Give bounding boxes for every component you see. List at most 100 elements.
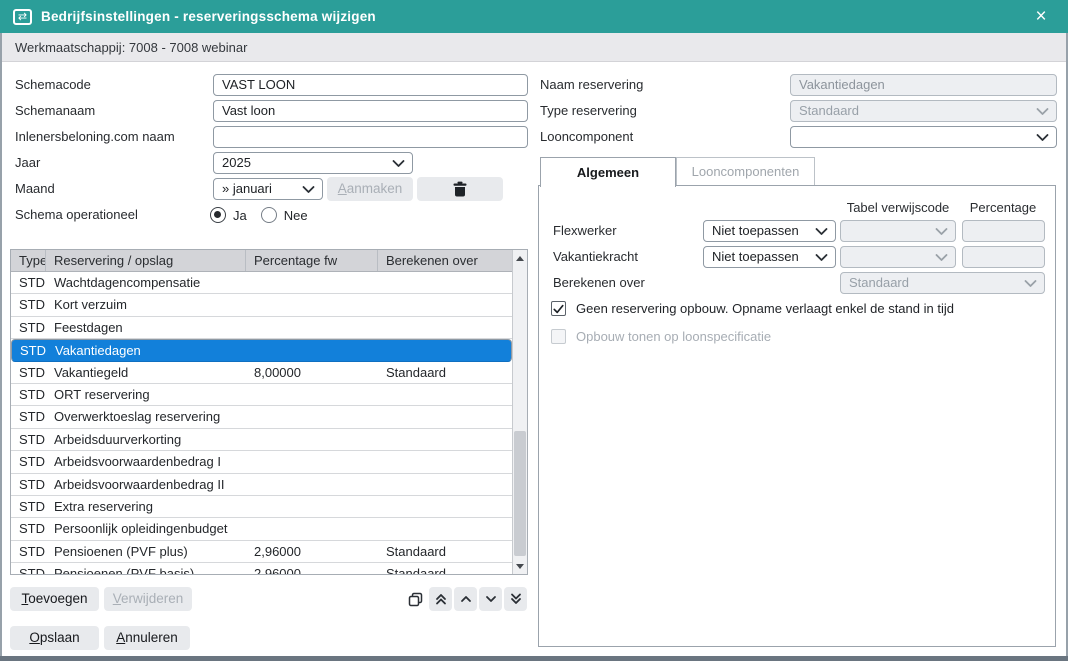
move-up-button[interactable] <box>454 587 477 611</box>
table-row[interactable]: STDVakantiegeld8,00000Standaard <box>11 362 512 384</box>
geen-opbouw-label: Geen reservering opbouw. Opname verlaagt… <box>576 301 954 316</box>
table-row[interactable]: STD Kort verzuim <box>11 294 512 316</box>
table-row[interactable]: STDExtra reservering <box>11 496 512 518</box>
col-header-reservering[interactable]: Reservering / opslag <box>46 250 246 271</box>
toevoegen-button[interactable]: Toevoegen <box>10 587 99 611</box>
radio-ja[interactable] <box>210 207 226 223</box>
table-row[interactable]: STD Pensioenen (PVF basis) 2,96000 Standaar… <box>11 563 512 574</box>
naam-reservering-label: Naam reservering <box>540 74 643 96</box>
flexwerker-value: Niet toepassen <box>712 223 799 238</box>
schemacode-input[interactable]: VAST LOON <box>213 74 528 96</box>
table-cell: 2,96000 <box>254 541 301 562</box>
flexwerker-verwijscode-select <box>840 220 956 242</box>
scroll-up-icon[interactable] <box>513 250 527 266</box>
chevron-down-icon <box>815 254 828 262</box>
maand-select-value: » januari <box>222 181 272 196</box>
radio-nee-label: Nee <box>284 208 308 223</box>
berekenen-over-select: Standaard <box>840 272 1045 294</box>
double-chevron-down-icon <box>510 593 522 605</box>
berekenen-over-label: Berekenen over <box>553 272 645 294</box>
col-header-berekenen[interactable]: Berekenen over <box>378 250 512 271</box>
company-label: Werkmaatschappij: 7008 - 7008 webinar <box>15 40 247 55</box>
inlenersbeloning-input[interactable] <box>213 126 528 148</box>
copy-button[interactable] <box>404 587 427 611</box>
table-row[interactable]: STDVakantiedagen <box>11 339 512 361</box>
table-row[interactable]: STDFeestdagen <box>11 317 512 339</box>
copy-icon <box>408 592 423 607</box>
vakantiekracht-value: Niet toepassen <box>712 249 799 264</box>
table-cell: Standaard <box>386 541 446 562</box>
table-row[interactable]: STD Arbeidsduurverkorting <box>11 429 512 451</box>
table-cell: STD <box>19 317 45 338</box>
table-cell: STD <box>20 340 46 361</box>
table-row[interactable]: STDArbeidsvoorwaardenbedrag I <box>11 451 512 473</box>
table-cell: STD <box>19 563 45 574</box>
tab-looncomponenten[interactable]: Looncomponenten <box>676 157 815 186</box>
table-cell: Pensioenen (PVF basis) <box>54 563 194 574</box>
opslaan-button[interactable]: Opslaan <box>10 626 99 650</box>
table-cell: ORT reservering <box>54 384 150 405</box>
chevron-down-icon <box>485 595 497 603</box>
table-row[interactable]: STDWachtdagencompensatie <box>11 272 512 294</box>
jaar-select-value: 2025 <box>222 155 251 170</box>
looncomponent-select[interactable] <box>790 126 1057 148</box>
table-cell: Arbeidsduurverkorting <box>54 429 181 450</box>
maand-select[interactable]: » januari <box>213 178 323 200</box>
chevron-down-icon <box>392 160 405 168</box>
table-cell: STD <box>19 406 45 427</box>
table-cell: STD <box>19 541 45 562</box>
scrollbar-thumb[interactable] <box>514 431 526 556</box>
col-header-type[interactable]: Type <box>11 250 46 271</box>
table-cell: STD <box>19 429 45 450</box>
company-bar: Werkmaatschappij: 7008 - 7008 webinar <box>0 33 1068 62</box>
table-cell: Standaard <box>386 563 446 574</box>
table-cell: STD <box>19 362 45 383</box>
table-cell: STD <box>19 294 45 315</box>
geen-opbouw-row: Geen reservering opbouw. Opname verlaagt… <box>551 301 954 316</box>
table-body: STDWachtdagencompensatieSTDKort verzuimS… <box>11 272 512 574</box>
table-cell: Overwerktoeslag reservering <box>54 406 220 427</box>
window-border-bottom <box>0 656 1068 661</box>
vakantiekracht-percentage-input <box>962 246 1045 268</box>
inlenersbeloning-label: Inlenersbeloning.com naam <box>15 126 175 148</box>
move-bottom-button[interactable] <box>504 587 527 611</box>
table-row[interactable]: STDPersoonlijk opleidingenbudget <box>11 518 512 540</box>
jaar-select[interactable]: 2025 <box>213 152 413 174</box>
vakantiekracht-verwijscode-select <box>840 246 956 268</box>
table-row[interactable]: STDORT reservering <box>11 384 512 406</box>
table-row[interactable]: STDPensioenen (PVF plus)2,96000Standaard <box>11 541 512 563</box>
table-row[interactable]: STD Overwerktoeslag reservering <box>11 406 512 428</box>
verwijderen-button[interactable]: Verwijderen <box>104 587 192 611</box>
vakantiekracht-select[interactable]: Niet toepassen <box>703 246 836 268</box>
table-scrollbar[interactable] <box>512 250 527 574</box>
geen-opbouw-checkbox[interactable] <box>551 301 566 316</box>
aanmaken-button[interactable]: Aanmaken <box>327 177 413 201</box>
berekenen-over-value: Standaard <box>849 275 909 290</box>
move-top-button[interactable] <box>429 587 452 611</box>
chevron-up-icon <box>460 595 472 603</box>
table-cell: Kort verzuim <box>54 294 127 315</box>
reservations-table: Type Reservering / opslag Percentage fw … <box>10 249 528 575</box>
radio-nee[interactable] <box>261 207 277 223</box>
col-header-percentage[interactable]: Percentage fw <box>246 250 378 271</box>
window-title: Bedrijfsinstellingen - reserveringsschem… <box>41 9 376 24</box>
flexwerker-select[interactable]: Niet toepassen <box>703 220 836 242</box>
schemanaam-input[interactable]: Vast loon <box>213 100 528 122</box>
table-row[interactable]: STDArbeidsvoorwaardenbedrag II <box>11 474 512 496</box>
table-cell: STD <box>19 272 45 293</box>
radio-ja-label: Ja <box>233 208 247 223</box>
looncomponent-label: Looncomponent <box>540 126 633 148</box>
move-down-button[interactable] <box>479 587 502 611</box>
table-cell: STD <box>19 474 45 495</box>
scroll-down-icon[interactable] <box>513 558 527 574</box>
operationeel-label: Schema operationeel <box>15 204 138 226</box>
opbouw-tonen-label: Opbouw tonen op loonspecificatie <box>576 329 771 344</box>
dialog-window: ⇄ Bedrijfsinstellingen - reserveringssch… <box>0 0 1068 661</box>
table-cell: STD <box>19 451 45 472</box>
tabel-verwijscode-header: Tabel verwijscode <box>832 200 964 215</box>
close-icon[interactable]: × <box>1026 0 1056 33</box>
tab-algemeen[interactable]: Algemeen <box>540 157 676 187</box>
annuleren-button[interactable]: Annuleren <box>104 626 190 650</box>
delete-month-button[interactable] <box>417 177 503 201</box>
table-cell: 2,96000 <box>254 563 301 574</box>
